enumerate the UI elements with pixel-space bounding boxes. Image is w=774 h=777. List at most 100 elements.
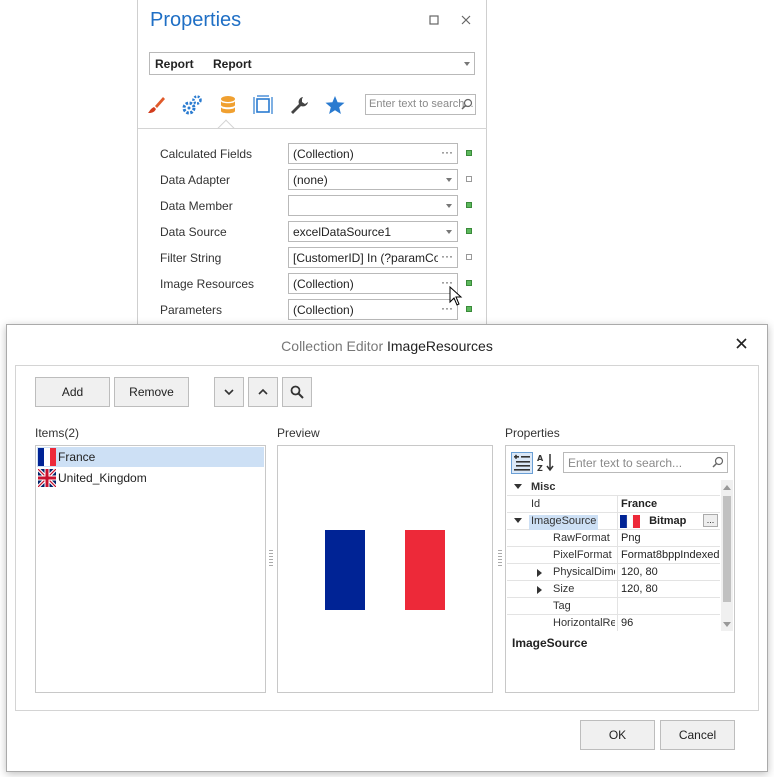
tab-data[interactable] [217, 94, 239, 116]
chevron-down-icon[interactable] [446, 178, 452, 182]
property-grid: A Z Enter text to search... Misc Id Fran… [505, 445, 735, 693]
scroll-up-icon[interactable] [723, 485, 731, 490]
property-value-editor[interactable]: (Collection) ··· [288, 143, 458, 164]
properties-search-input[interactable]: Enter text to search... [365, 94, 476, 115]
tab-appearance[interactable] [145, 94, 167, 116]
object-type: Report [155, 57, 194, 71]
wrench-icon [291, 97, 308, 114]
items-label: Items(2) [35, 426, 80, 440]
property-modified-marker [466, 280, 472, 286]
chevron-down-icon [224, 389, 234, 396]
splitter-handle[interactable] [498, 550, 502, 566]
property-label: Image Resources [160, 277, 255, 291]
property-label: Data Adapter [160, 173, 231, 187]
close-dialog-icon[interactable] [736, 336, 747, 354]
move-down-button[interactable] [214, 377, 244, 407]
list-item-france[interactable]: France [37, 447, 264, 467]
cancel-button[interactable]: Cancel [660, 720, 735, 750]
property-row-pixelformat[interactable]: PixelFormat Format8bppIndexed [507, 547, 720, 564]
property-grid-scrollbar[interactable] [721, 480, 733, 631]
svg-text:Z: Z [537, 464, 543, 472]
svg-text:A: A [537, 454, 544, 463]
preview-pane [277, 445, 493, 693]
property-modified-marker [466, 176, 472, 182]
categorized-view-button[interactable] [511, 452, 533, 474]
list-item-label: France [58, 450, 96, 464]
france-flag-icon [620, 514, 640, 529]
star-icon [325, 96, 345, 114]
splitter-handle[interactable] [269, 550, 273, 566]
search-icon [712, 456, 724, 471]
property-modified-marker [466, 150, 472, 156]
property-value: (Collection) [293, 147, 354, 161]
property-value-editor[interactable]: (Collection) ··· [288, 273, 458, 294]
property-value: (Collection) [293, 277, 354, 291]
ellipsis-icon[interactable]: ··· [441, 145, 453, 159]
divider [138, 128, 487, 129]
ellipsis-icon[interactable]: ··· [441, 249, 453, 263]
list-item-united-kingdom[interactable]: United_Kingdom [37, 468, 264, 488]
move-up-button[interactable] [248, 377, 278, 407]
property-value-editor[interactable]: excelDataSource1 [288, 221, 458, 242]
property-row-size[interactable]: Size 120, 80 [507, 581, 720, 598]
ellipsis-button[interactable]: ... [703, 514, 718, 527]
property-row-id[interactable]: Id France [507, 496, 720, 513]
alphabetical-view-button[interactable]: A Z [536, 452, 558, 474]
expand-icon[interactable] [537, 586, 542, 594]
object-selector[interactable]: Report Report [149, 52, 475, 75]
tab-favorites[interactable] [324, 94, 346, 116]
property-label: Parameters [160, 303, 223, 317]
france-flag-preview [325, 530, 445, 610]
tab-layout[interactable] [252, 94, 274, 116]
collapse-icon[interactable] [514, 518, 522, 523]
properties-panel: Properties Report Report Enter text to s… [137, 0, 487, 340]
property-modified-marker [466, 254, 472, 260]
panel-title: Properties [150, 9, 242, 31]
object-name: Report [213, 57, 252, 71]
brush-icon [148, 97, 165, 113]
property-modified-marker [466, 306, 472, 312]
chevron-down-icon[interactable] [446, 204, 452, 208]
gears-icon [182, 95, 202, 115]
expand-icon[interactable] [537, 569, 542, 577]
close-panel-icon[interactable] [458, 12, 474, 28]
property-row-imagesource[interactable]: ImageSource Bitmap ... [507, 513, 720, 530]
scrollbar-thumb[interactable] [723, 496, 731, 602]
restore-window-icon[interactable] [426, 12, 442, 28]
chevron-down-icon[interactable] [446, 230, 452, 234]
property-value-editor[interactable]: (none) [288, 169, 458, 190]
category-row-misc[interactable]: Misc [507, 479, 720, 496]
list-item-label: United_Kingdom [58, 471, 147, 485]
find-button[interactable] [282, 377, 312, 407]
add-button[interactable]: Add [35, 377, 110, 407]
scroll-down-icon[interactable] [723, 622, 731, 627]
uk-flag-icon [38, 469, 56, 487]
property-value-editor[interactable]: (Collection) ··· [288, 299, 458, 320]
tab-behavior[interactable] [181, 94, 203, 116]
property-row-physicaldimension[interactable]: PhysicalDime 120, 80 [507, 564, 720, 581]
tab-tasks[interactable] [288, 94, 310, 116]
ok-button[interactable]: OK [580, 720, 655, 750]
property-value-editor[interactable]: [CustomerID] In (?paramCo... ··· [288, 247, 458, 268]
property-row-rawformat[interactable]: RawFormat Png [507, 530, 720, 547]
collapse-icon[interactable] [514, 484, 522, 489]
imagesource-value[interactable]: Bitmap ... [617, 513, 720, 529]
dialog-title: Collection Editor ImageResources [281, 338, 493, 354]
chevron-up-icon [258, 388, 268, 395]
collection-editor-dialog: Collection Editor ImageResources Add Rem… [6, 324, 768, 772]
remove-button[interactable]: Remove [114, 377, 189, 407]
property-row-horizontalresolution[interactable]: HorizontalRe 96 [507, 615, 720, 631]
chevron-down-icon [464, 62, 470, 66]
items-list: France United_Kingdom [35, 445, 266, 693]
sort-alphabetical-icon: A Z [537, 454, 554, 473]
property-label: Data Member [160, 199, 233, 213]
property-grid-search-input[interactable]: Enter text to search... [563, 452, 728, 473]
search-icon [290, 385, 304, 399]
mouse-cursor-icon [449, 285, 463, 309]
search-icon [461, 98, 473, 113]
layout-icon [253, 95, 273, 114]
property-row-tag[interactable]: Tag [507, 598, 720, 615]
categorized-icon [514, 454, 530, 471]
property-value: (Collection) [293, 303, 354, 317]
property-value-editor[interactable] [288, 195, 458, 216]
